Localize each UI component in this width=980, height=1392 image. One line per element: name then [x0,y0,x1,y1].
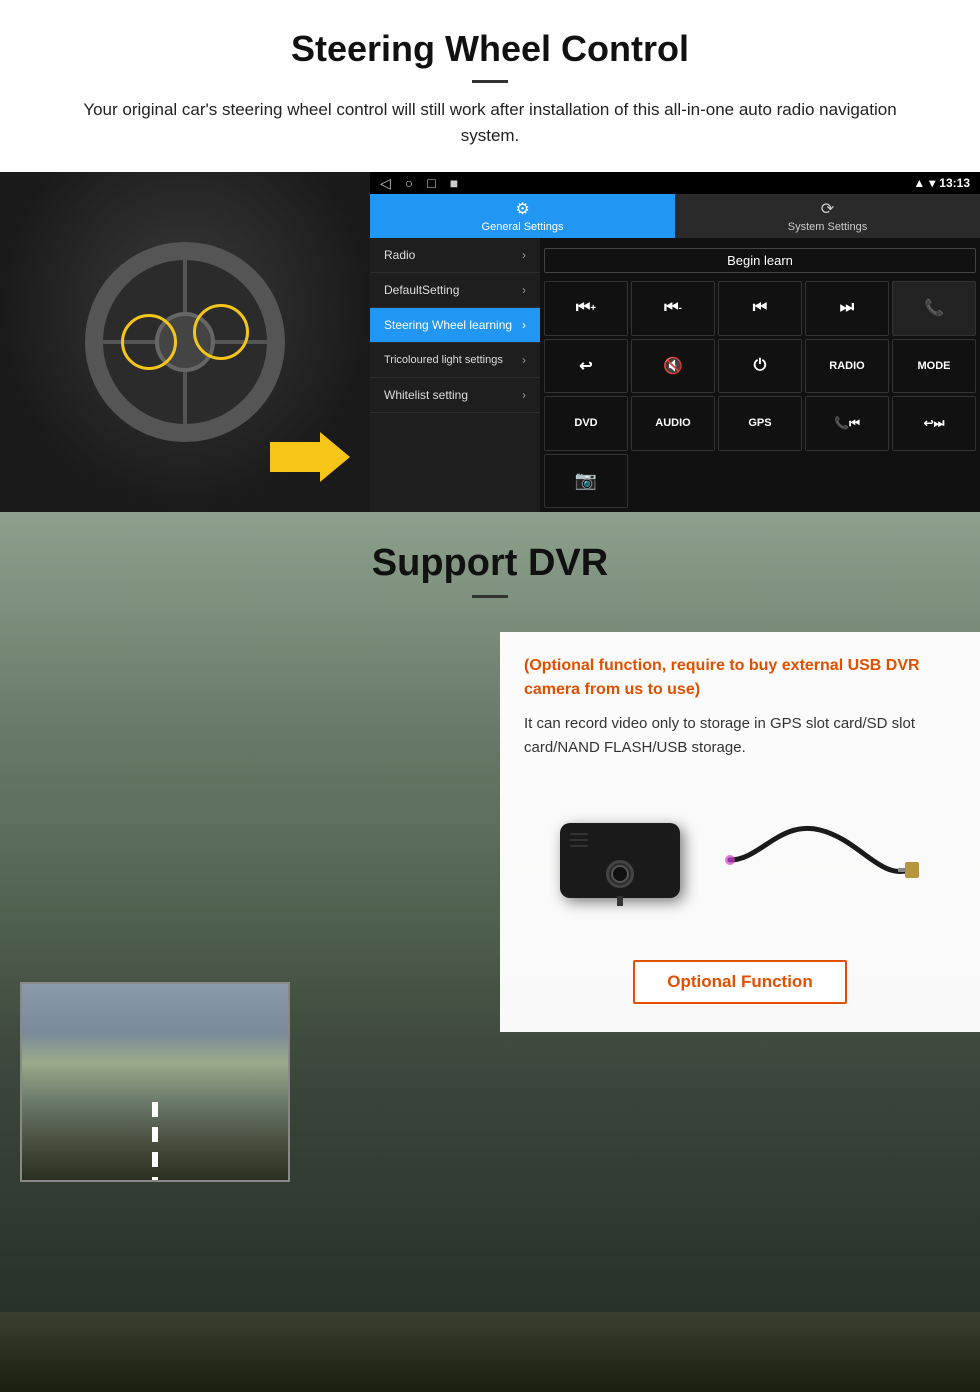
android-button-grid: Begin learn ⏮+ ⏮- ⏮ ⏭ 📞 ↩ 🔇 ⏻ RADIO MODE [540,238,980,512]
optional-function-button[interactable]: Optional Function [633,960,846,1004]
android-status-bar: ◁ ○ □ ■ ▲ ▾ 13:13 [370,172,980,194]
dvr-title-divider [472,595,508,598]
control-row-3: DVD AUDIO GPS 📞⏮ ↩⏭ [544,396,976,451]
power-button[interactable]: ⏻ [718,339,802,394]
next-button[interactable]: ⏭ [805,281,889,336]
menu-item-steering-learning[interactable]: Steering Wheel learning › [370,308,540,343]
control-row-4: 📷 [544,454,976,509]
status-time: 13:13 [939,176,970,190]
status-right: ▲ ▾ 13:13 [913,176,970,190]
tab-general-label: General Settings [482,221,564,233]
radio-button[interactable]: RADIO [805,339,889,394]
cable-svg [720,800,920,920]
begin-learn-row: Begin learn [544,242,976,278]
back-button[interactable]: ↩ [544,339,628,394]
tab-general-settings[interactable]: ⚙ General Settings [370,194,675,238]
dvr-cam-shape [560,823,680,898]
steering-wheel-photo [0,172,370,512]
dvr-camera-body [560,823,680,898]
dvr-device-image [524,780,956,940]
signal-icon: ▲ [913,176,925,190]
gear-icon: ⚙ [515,199,529,219]
menu-item-whitelist[interactable]: Whitelist setting › [370,378,540,413]
dvr-cable-assembly [720,800,920,920]
back-icon[interactable]: ◁ [380,175,391,192]
dvr-title: Support DVR [0,542,980,585]
menu-item-tricoloured[interactable]: Tricoloured light settings › [370,343,540,378]
section1-description: Your original car's steering wheel contr… [60,97,920,148]
android-content: Radio › DefaultSetting › Steering Wheel … [370,238,980,512]
recents-icon[interactable]: □ [427,175,435,191]
steering-demo: ◁ ○ □ ■ ▲ ▾ 13:13 ⚙ General Settings ⟳ S… [0,172,980,512]
control-row-2: ↩ 🔇 ⏻ RADIO MODE [544,339,976,394]
android-menu: Radio › DefaultSetting › Steering Wheel … [370,238,540,512]
dvr-background: Support DVR (Optional function, require … [0,512,980,1312]
dvr-section: Support DVR (Optional function, require … [0,512,980,1392]
gps-button[interactable]: GPS [718,396,802,451]
android-ui-panel: ◁ ○ □ ■ ▲ ▾ 13:13 ⚙ General Settings ⟳ S… [370,172,980,512]
wifi-icon: ▾ [929,176,935,190]
audio-button[interactable]: AUDIO [631,396,715,451]
system-icon: ⟳ [821,199,834,219]
dvr-thumbnail-preview [20,982,290,1182]
control-row-1: ⏮+ ⏮- ⏮ ⏭ 📞 [544,281,976,336]
mode-button[interactable]: MODE [892,339,976,394]
dvr-description: It can record video only to storage in G… [524,712,956,760]
call-prev-button[interactable]: 📞⏮ [805,396,889,451]
dvr-optional-notice: (Optional function, require to buy exter… [524,654,956,702]
dvr-section-header: Support DVR [0,512,980,608]
menu-item-defaultsetting[interactable]: DefaultSetting › [370,273,540,308]
vol-down-button[interactable]: ⏮- [631,281,715,336]
dvr-info-card: (Optional function, require to buy exter… [500,632,980,1032]
mute-button[interactable]: 🔇 [631,339,715,394]
thumbnail-road [22,984,288,1180]
camera-button[interactable]: 📷 [544,454,628,509]
nav-icons: ◁ ○ □ ■ [380,175,458,192]
dvd-button[interactable]: DVD [544,396,628,451]
vol-up-button[interactable]: ⏮+ [544,281,628,336]
steering-wheel [85,242,285,442]
hang-next-button[interactable]: ↩⏭ [892,396,976,451]
section1-header: Steering Wheel Control Your original car… [0,0,980,158]
prev-button[interactable]: ⏮ [718,281,802,336]
chevron-icon: › [522,353,526,367]
menu-item-radio[interactable]: Radio › [370,238,540,273]
chevron-icon: › [522,318,526,332]
tab-system-label: System Settings [788,221,867,233]
menu-icon[interactable]: ■ [450,175,458,191]
chevron-icon: › [522,388,526,402]
begin-learn-button[interactable]: Begin learn [544,248,976,273]
dvr-cam-lens [606,860,634,888]
chevron-icon: › [522,248,526,262]
steering-circle-left [121,314,177,370]
steering-circle-right [193,304,249,360]
android-tabs: ⚙ General Settings ⟳ System Settings [370,194,980,238]
page-bottom [0,1312,980,1392]
call-button[interactable]: 📞 [892,281,976,336]
title-divider [472,80,508,83]
page-title: Steering Wheel Control [60,28,920,70]
tab-system-settings[interactable]: ⟳ System Settings [675,194,980,238]
chevron-icon: › [522,283,526,297]
home-icon[interactable]: ○ [405,175,413,191]
arrow-icon [270,432,350,482]
